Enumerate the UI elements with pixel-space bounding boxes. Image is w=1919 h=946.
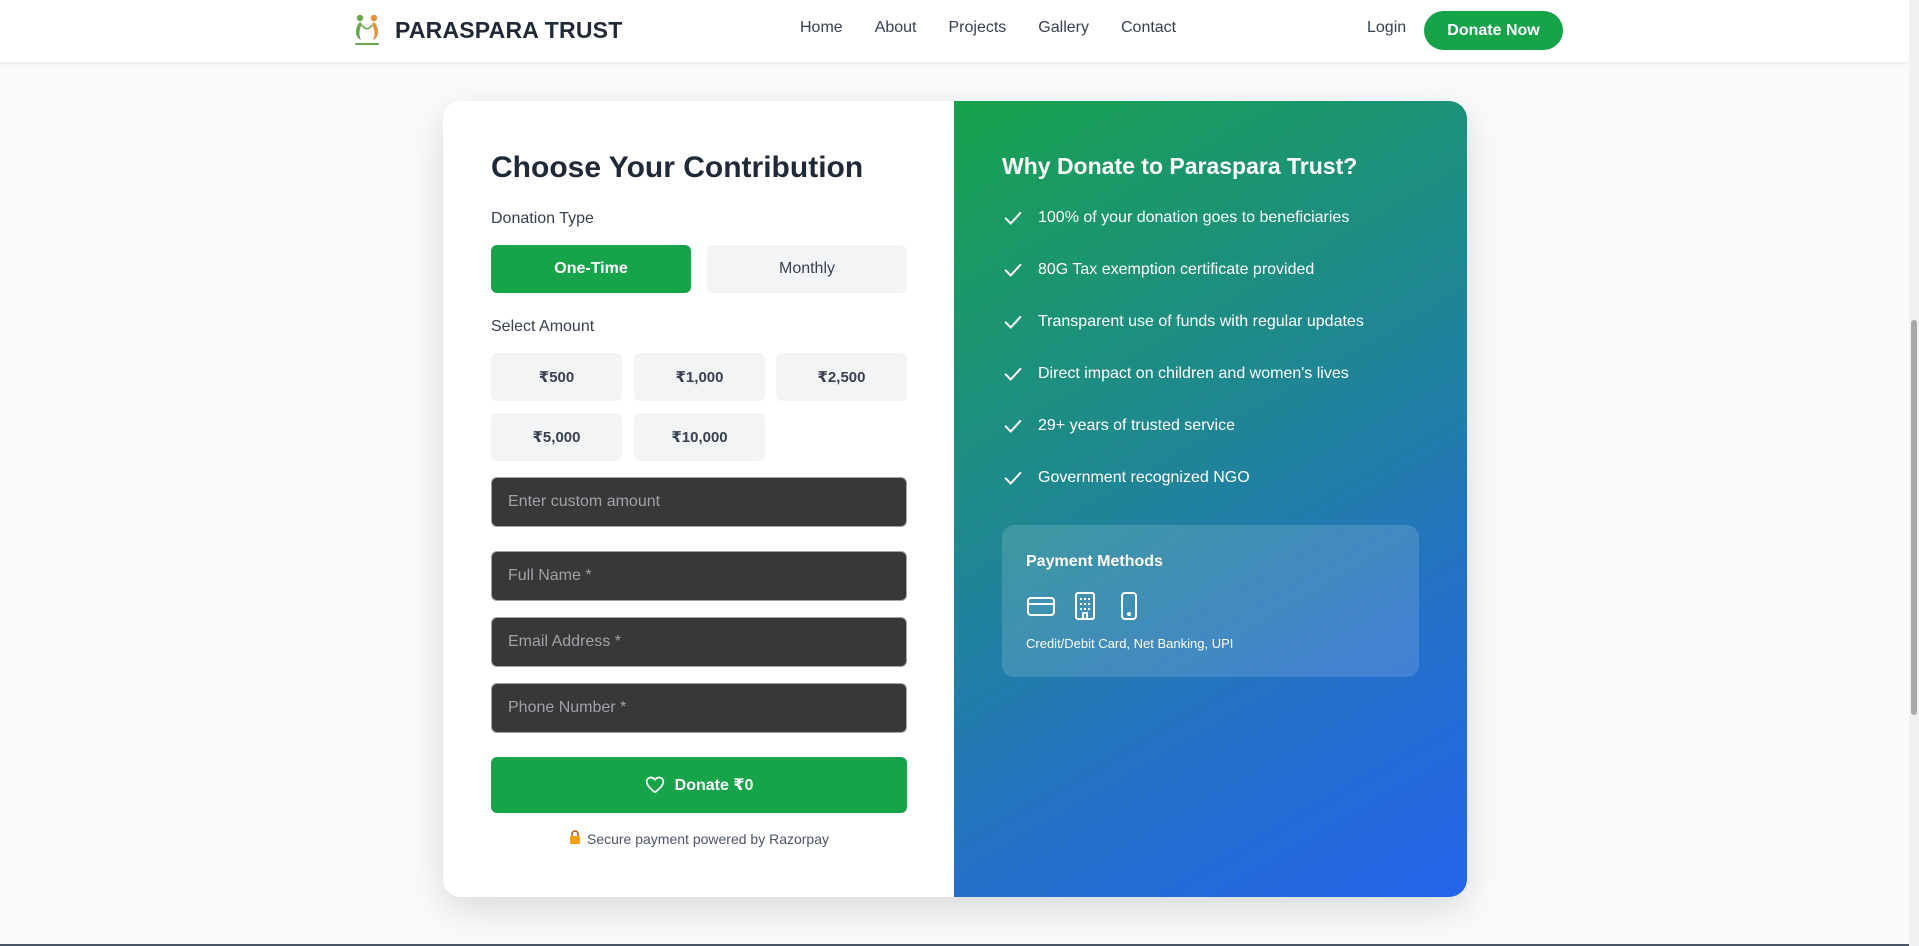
benefit-item: Transparent use of funds with regular up…: [1002, 311, 1364, 333]
page-scrollbar[interactable]: [1909, 0, 1919, 946]
nav-about[interactable]: About: [875, 19, 917, 37]
benefit-text: 100% of your donation goes to beneficiar…: [1038, 209, 1350, 226]
select-amount-label: Select Amount: [491, 318, 595, 335]
benefit-text: 29+ years of trusted service: [1038, 417, 1235, 434]
benefit-item: Direct impact on children and women's li…: [1002, 363, 1349, 385]
amount-option-2500[interactable]: ₹2,500: [776, 353, 907, 401]
nav-contact[interactable]: Contact: [1121, 19, 1176, 37]
main-nav: Home About Projects Gallery Contact: [800, 19, 1208, 37]
donation-card: Choose Your Contribution Donation Type O…: [443, 101, 1467, 897]
donation-type-label: Donation Type: [491, 210, 594, 227]
credit-card-icon: [1026, 591, 1056, 626]
benefit-text: 80G Tax exemption certificate provided: [1038, 261, 1315, 278]
phone-input[interactable]: Phone Number *: [491, 683, 907, 733]
check-icon: [1004, 367, 1022, 381]
donate-now-button[interactable]: Donate Now: [1424, 11, 1563, 50]
lock-icon: [569, 830, 581, 847]
login-link[interactable]: Login: [1367, 19, 1406, 37]
check-icon: [1004, 419, 1022, 433]
payment-icons: [1026, 591, 1158, 626]
nav-projects[interactable]: Projects: [949, 19, 1007, 37]
donate-button-label: Donate ₹0: [674, 777, 754, 794]
why-donate-panel: Why Donate to Paraspara Trust? 100% of y…: [954, 101, 1467, 897]
mobile-phone-icon: [1114, 591, 1144, 626]
check-icon: [1004, 315, 1022, 329]
amount-option-500[interactable]: ₹500: [491, 353, 622, 401]
benefit-text: Transparent use of funds with regular up…: [1038, 313, 1364, 330]
nav-gallery[interactable]: Gallery: [1038, 19, 1089, 37]
nav-home[interactable]: Home: [800, 19, 843, 37]
site-header: PARASPARA TRUST Home About Projects Gall…: [0, 0, 1909, 62]
form-title: Choose Your Contribution: [491, 151, 864, 184]
amount-option-1000[interactable]: ₹1,000: [634, 353, 765, 401]
heart-icon: [645, 776, 664, 794]
benefit-item: 80G Tax exemption certificate provided: [1002, 259, 1314, 281]
amount-option-5000[interactable]: ₹5,000: [491, 413, 622, 461]
email-input[interactable]: Email Address *: [491, 617, 907, 667]
one-time-button[interactable]: One-Time: [491, 245, 691, 293]
check-icon: [1004, 263, 1022, 277]
secure-payment-note: Secure payment powered by Razorpay: [491, 830, 907, 847]
logo-icon: [349, 12, 385, 48]
scrollbar-thumb[interactable]: [1911, 320, 1917, 715]
payment-methods-description: Credit/Debit Card, Net Banking, UPI: [1026, 636, 1234, 651]
full-name-input[interactable]: Full Name *: [491, 551, 907, 601]
custom-amount-input[interactable]: Enter custom amount: [491, 477, 907, 527]
benefit-item: Government recognized NGO: [1002, 467, 1250, 489]
contribution-form: Choose Your Contribution Donation Type O…: [443, 101, 954, 897]
benefit-item: 29+ years of trusted service: [1002, 415, 1235, 437]
brand[interactable]: PARASPARA TRUST: [349, 12, 622, 48]
donate-submit-button[interactable]: Donate ₹0: [491, 757, 907, 813]
benefit-item: 100% of your donation goes to beneficiar…: [1002, 207, 1349, 229]
amount-option-10000[interactable]: ₹10,000: [634, 413, 765, 461]
brand-name: PARASPARA TRUST: [395, 16, 623, 43]
secure-note-text: Secure payment powered by Razorpay: [586, 830, 830, 847]
benefit-text: Direct impact on children and women's li…: [1038, 365, 1349, 382]
donation-page: PARASPARA TRUST Home About Projects Gall…: [0, 0, 1919, 946]
monthly-button[interactable]: Monthly: [707, 245, 907, 293]
bank-building-icon: [1070, 591, 1100, 626]
benefit-text: Government recognized NGO: [1038, 469, 1250, 486]
check-icon: [1004, 211, 1022, 225]
why-donate-title: Why Donate to Paraspara Trust?: [1002, 153, 1358, 179]
payment-methods-title: Payment Methods: [1026, 553, 1163, 570]
payment-methods-box: Payment Methods Credit/Debit Card, Net B…: [1002, 525, 1419, 677]
check-icon: [1004, 471, 1022, 485]
